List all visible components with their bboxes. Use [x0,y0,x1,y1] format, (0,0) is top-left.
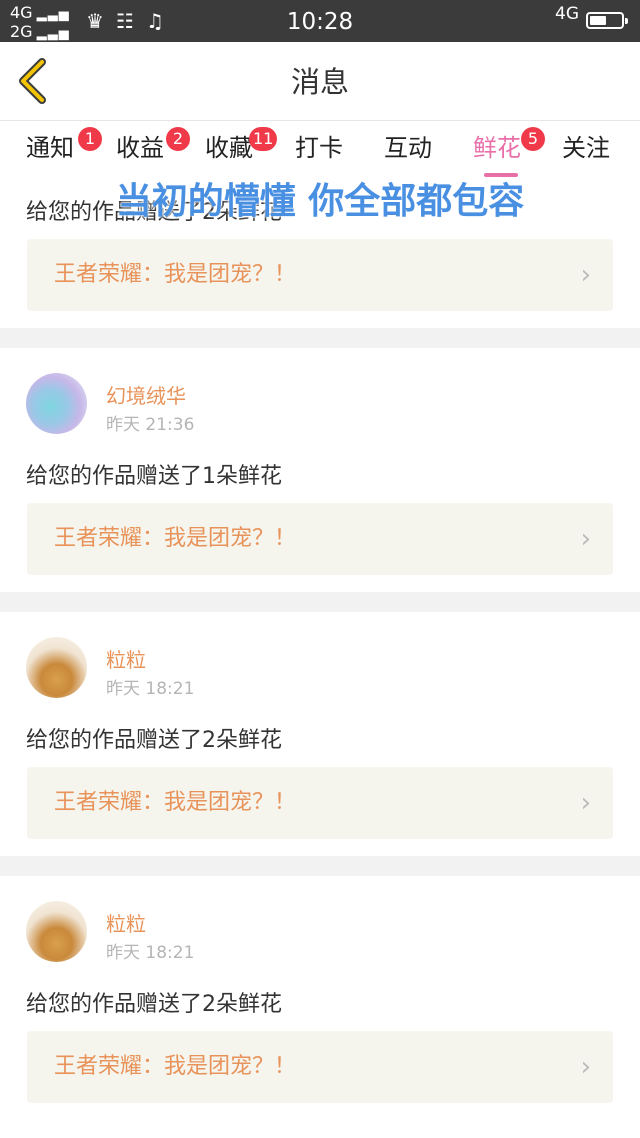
status-bar: 4G ▂▃▅ 2G ▂▃▅ ♛ ☷ ♫ 10:28 4G [0,0,640,42]
tab-label: 鲜花 [473,134,521,162]
flower-message-card: 幻境绒华 昨天 21:36 给您的作品赠送了1朵鲜花 王者荣耀：我是团宠？！ › [0,348,640,592]
message-text: 给您的作品赠送了2朵鲜花 [26,728,282,753]
avatar[interactable] [26,637,87,698]
tab-label: 通知 [26,134,74,162]
message-time: 昨天 18:21 [106,943,195,963]
work-title: 王者荣耀：我是团宠？！ [54,526,297,551]
tab-badge: 1 [78,127,102,151]
network-type: 4G [555,4,579,24]
flower-message-card: 粒粒 昨天 18:21 给您的作品赠送了2朵鲜花 王者荣耀：我是团宠？！ › [0,612,640,856]
tab-bar: 通知 1 收益 2 收藏 11 打卡 互动 鲜花 5 关注 [0,121,640,184]
tab-checkin[interactable]: 打卡 [295,133,343,163]
tab-interaction[interactable]: 互动 [384,133,432,163]
message-text: 给您的作品赠送了2朵鲜花 [26,992,282,1017]
tab-badge: 11 [249,127,278,151]
tab-label: 收益 [116,134,164,162]
battery-icon [586,12,628,29]
tab-earnings[interactable]: 收益 2 [116,127,190,163]
chevron-right-icon: › [580,260,591,290]
avatar[interactable] [26,901,87,962]
message-text: 给您的作品赠送了1朵鲜花 [26,464,282,489]
tab-badge: 2 [166,127,190,151]
work-title: 王者荣耀：我是团宠？！ [54,1054,297,1079]
work-link[interactable]: 王者荣耀：我是团宠？！ › [27,1031,613,1103]
status-time: 10:28 [286,9,354,35]
tab-follow[interactable]: 关注 [562,133,610,163]
flower-message-card: 给您的作品赠送了2朵鲜花 王者荣耀：我是团宠？！ › [0,184,640,328]
page-title: 消息 [290,65,349,99]
tab-label: 关注 [562,134,610,162]
tab-label: 收藏 [205,134,253,162]
work-link[interactable]: 王者荣耀：我是团宠？！ › [27,239,613,311]
tab-favorites[interactable]: 收藏 11 [205,127,278,163]
message-time: 昨天 21:36 [106,415,195,435]
tab-label: 互动 [384,134,432,162]
flower-message-card: 粒粒 昨天 18:21 给您的作品赠送了2朵鲜花 王者荣耀：我是团宠？！ › [0,876,640,1138]
tab-badge: 5 [521,127,545,151]
chevron-right-icon: › [580,788,591,818]
chevron-right-icon: › [580,1052,591,1082]
user-name[interactable]: 粒粒 [106,908,146,937]
work-link[interactable]: 王者荣耀：我是团宠？！ › [27,767,613,839]
user-name[interactable]: 粒粒 [106,644,146,673]
avatar[interactable] [26,373,87,434]
work-title: 王者荣耀：我是团宠？！ [54,262,297,287]
work-title: 王者荣耀：我是团宠？！ [54,790,297,815]
message-text: 给您的作品赠送了2朵鲜花 [26,200,282,225]
tab-notifications[interactable]: 通知 1 [26,127,102,163]
message-time: 昨天 18:21 [106,679,195,699]
active-tab-indicator [484,173,518,177]
work-link[interactable]: 王者荣耀：我是团宠？！ › [27,503,613,575]
chevron-right-icon: › [580,524,591,554]
user-name[interactable]: 幻境绒华 [106,380,186,409]
header: 消息 [0,42,640,121]
tab-flowers[interactable]: 鲜花 5 [473,127,545,163]
tab-label: 打卡 [295,134,343,162]
